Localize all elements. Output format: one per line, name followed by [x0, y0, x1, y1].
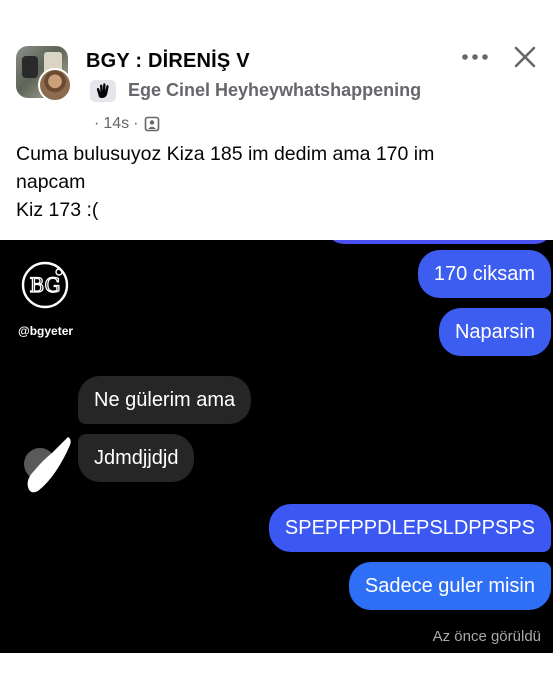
more-options-button[interactable]: [458, 40, 492, 74]
post-meta: · 14s ·: [90, 114, 160, 134]
globe-icon[interactable]: [144, 116, 160, 132]
facebook-post: BGY : DİRENİŞ V Ege Cinel Heyheywhatshap…: [0, 0, 553, 240]
seen-status: Az önce görüldü: [432, 628, 541, 645]
waving-hand-icon: [90, 80, 116, 102]
censored-avatar: [24, 437, 71, 493]
close-icon: [514, 46, 536, 68]
svg-text:BG: BG: [29, 273, 60, 297]
author-name[interactable]: Ege Cinel Heyheywhatshappening: [128, 80, 421, 101]
post-footer-area: [0, 653, 553, 680]
meta-separator: ·: [94, 115, 100, 132]
outgoing-message-bubble: Sadece guler misin: [348, 562, 551, 610]
group-avatar[interactable]: [16, 46, 74, 104]
chat-screenshot-image[interactable]: BG @bgyeter 170 ciksam Naparsin Ne güler…: [0, 240, 553, 653]
outgoing-message-bubble: SPEPFPPDLEPSLDPPSPS: [268, 504, 551, 552]
close-button[interactable]: [508, 40, 542, 74]
watermark-handle: @bgyeter: [18, 324, 74, 338]
incoming-message-bubble: Ne gülerim ama: [78, 376, 252, 424]
incoming-message-bubble: Jdmdjjdjd: [78, 434, 195, 482]
post-body-text: Cuma bulusuyoz Kiza 185 im dedim ama 170…: [16, 143, 435, 221]
outgoing-message-bubble: Naparsin: [438, 308, 551, 356]
group-name[interactable]: BGY : DİRENİŞ V: [86, 50, 250, 73]
bgy-watermark: BG @bgyeter: [18, 260, 78, 338]
author-avatar[interactable]: [38, 68, 72, 102]
previous-message-bubble: [326, 240, 553, 244]
more-horizontal-icon: [462, 54, 488, 60]
post-time[interactable]: 14s: [103, 115, 129, 133]
bgy-logo-icon: BG: [21, 261, 69, 309]
meta-separator: ·: [133, 115, 139, 132]
outgoing-message-bubble: 170 ciksam: [417, 250, 551, 298]
